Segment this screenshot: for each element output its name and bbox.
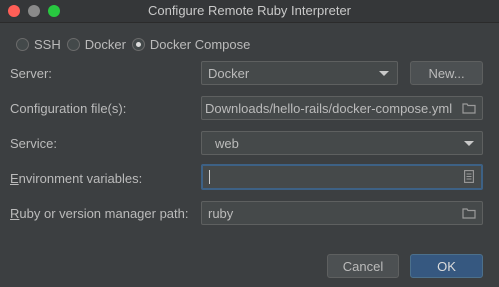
window-title: Configure Remote Ruby Interpreter — [147, 3, 352, 18]
service-label: Service: — [10, 136, 57, 151]
folder-icon[interactable] — [462, 207, 476, 222]
text-caret — [209, 170, 210, 184]
server-select-value: Docker — [208, 65, 250, 81]
radio-docker-compose-circle[interactable] — [131, 37, 145, 51]
service-select[interactable]: web — [201, 131, 483, 155]
env-vars-field[interactable] — [201, 164, 483, 190]
service-select-value: web — [215, 135, 239, 151]
radio-docker-compose-label: Docker Compose — [149, 36, 251, 52]
ruby-path-label: Ruby or version manager path: — [10, 206, 189, 221]
ok-button[interactable]: OK — [410, 254, 483, 278]
server-label: Server: — [10, 66, 52, 81]
env-vars-label-text: nvironment variables: — [18, 171, 143, 186]
chevron-down-icon — [464, 141, 474, 146]
radio-docker-circle[interactable] — [66, 37, 80, 51]
radio-ssh[interactable]: SSH — [16, 37, 61, 52]
title-bar: Configure Remote Ruby Interpreter — [0, 0, 499, 23]
env-vars-label: Environment variables: — [10, 171, 142, 186]
folder-icon[interactable] — [462, 102, 476, 117]
radio-docker[interactable]: Docker — [66, 36, 126, 52]
new-server-button[interactable]: New... — [410, 61, 483, 85]
radio-ssh-circle[interactable] — [16, 37, 29, 51]
radio-docker-compose[interactable]: Docker Compose — [131, 36, 251, 52]
radio-docker-label: Docker — [84, 36, 126, 52]
connection-type-group: SSH Docker Docker Compose — [16, 35, 256, 53]
chevron-down-icon — [379, 71, 389, 76]
ruby-path-value: ruby — [208, 205, 234, 221]
document-icon[interactable] — [464, 170, 474, 186]
env-vars-mnemonic: E — [10, 171, 19, 186]
ruby-path-mnemonic: R — [10, 206, 20, 221]
server-select[interactable]: Docker — [201, 61, 398, 85]
config-files-value: Downloads/hello-rails/docker-compose.yml — [205, 100, 453, 116]
ruby-path-label-text: uby or version manager path: — [19, 206, 189, 221]
ruby-path-field[interactable]: ruby — [201, 201, 483, 225]
cancel-button[interactable]: Cancel — [327, 254, 399, 278]
radio-ssh-label: SSH — [34, 36, 61, 52]
config-files-label: Configuration file(s): — [10, 101, 127, 116]
config-files-field[interactable]: Downloads/hello-rails/docker-compose.yml — [201, 96, 483, 120]
